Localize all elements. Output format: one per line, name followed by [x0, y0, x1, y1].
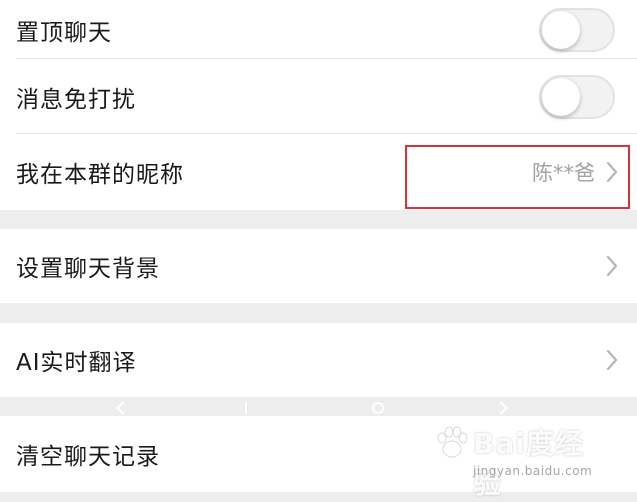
ai-translate-label: AI实时翻译: [16, 350, 137, 376]
toggle-knob: [542, 77, 580, 116]
ghost-overlay-arrows: [115, 401, 509, 415]
mute-label: 消息免打扰: [16, 86, 136, 113]
watermark-url: jingyan.baidu.com: [473, 464, 593, 478]
chevron-right-icon: [606, 255, 618, 277]
paw-logo-icon: [437, 426, 468, 458]
toggle-knob: [542, 10, 580, 49]
settings-row-pin-chat[interactable]: 置顶聊天: [0, 0, 637, 59]
watermark-brand: Bai度经验: [473, 427, 584, 500]
mute-toggle[interactable]: [539, 74, 615, 119]
clear-history-label: 清空聊天记录: [16, 444, 160, 470]
chevron-right-icon: [606, 349, 618, 371]
settings-row-ai-translate[interactable]: AI实时翻译: [0, 323, 637, 397]
baidu-jingyan-watermark: Bai度经验 jingyan.baidu.com: [433, 420, 603, 500]
pin-chat-label: 置顶聊天: [16, 19, 112, 46]
settings-row-mute[interactable]: 消息免打扰: [0, 59, 637, 134]
pin-chat-toggle[interactable]: [539, 7, 615, 52]
settings-row-chat-background[interactable]: 设置聊天背景: [0, 229, 637, 303]
highlight-box: [405, 145, 630, 209]
chat-background-label: 设置聊天背景: [16, 256, 160, 282]
group-nickname-label: 我在本群的昵称: [16, 162, 184, 188]
